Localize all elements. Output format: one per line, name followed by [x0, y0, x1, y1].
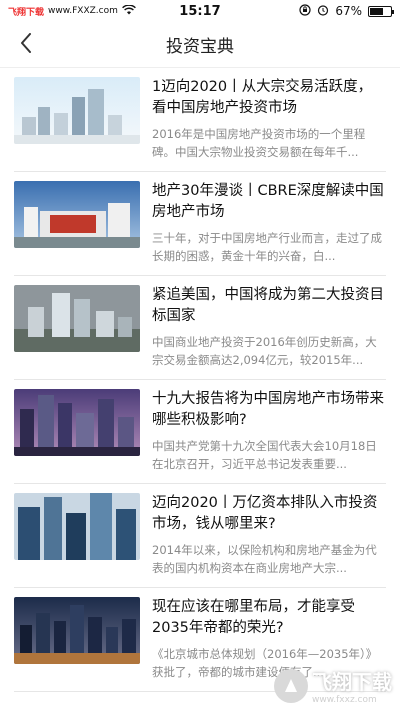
article-text: 1迈向2020丨从大宗交易活跃度，看中国房地产投资市场 2016年是中国房地产投… — [152, 77, 386, 162]
article-summary: 2014年以来，以保险机构和房地产基金为代表的国内机构资本在商业房地产大宗... — [152, 543, 377, 575]
battery-percent: 67% — [335, 4, 362, 18]
chevron-left-icon — [20, 33, 32, 57]
article-text: 地产30年漫谈丨CBRE深度解读中国房地产市场 三十年，对于中国房地产行业而言，… — [152, 181, 386, 266]
alarm-icon — [317, 4, 329, 19]
status-left: 飞翔下载 www.FXXZ.com — [8, 3, 136, 18]
article-thumbnail — [14, 493, 140, 560]
article-item[interactable]: 紧追美国，中国将成为第二大投资目标国家 中国商业地产投资于2016年创历史新高，… — [14, 276, 386, 380]
nav-bar: 投资宝典 — [0, 22, 400, 68]
page-title: 投资宝典 — [166, 37, 234, 57]
battery-icon — [368, 5, 394, 17]
watermark-text: 飞翔下载 — [312, 670, 392, 694]
article-title: 迈向2020丨万亿资本排队入市投资市场，钱从哪里来? — [152, 495, 378, 532]
article-summary: 三十年，对于中国房地产行业而言，走过了成长期的困惑，黄金十年的兴奋，白... — [152, 231, 382, 263]
site-label: www.FXXZ.com — [48, 6, 118, 16]
watermark-logo-icon — [274, 668, 308, 703]
article-text: 十九大报告将为中国房地产市场带来哪些积极影响? 中国共产党第十九次全国代表大会1… — [152, 389, 386, 474]
article-summary: 中国共产党第十九次全国代表大会10月18日在北京召开，习近平总书记发表重要... — [152, 439, 377, 471]
article-item[interactable]: 迈向2020丨万亿资本排队入市投资市场，钱从哪里来? 2014年以来，以保险机构… — [14, 484, 386, 588]
wifi-icon — [121, 3, 136, 18]
back-button[interactable] — [6, 22, 46, 68]
watermark-url: www.fxxz.com — [312, 695, 377, 705]
article-thumbnail — [14, 389, 140, 456]
article-text: 迈向2020丨万亿资本排队入市投资市场，钱从哪里来? 2014年以来，以保险机构… — [152, 493, 386, 578]
article-thumbnail — [14, 77, 140, 144]
article-list: 1迈向2020丨从大宗交易活跃度，看中国房地产投资市场 2016年是中国房地产投… — [0, 68, 400, 692]
article-title: 地产30年漫谈丨CBRE深度解读中国房地产市场 — [152, 183, 384, 220]
status-right: 67% — [299, 3, 394, 19]
article-summary: 中国商业地产投资于2016年创历史新高，大宗交易金额高达2,094亿元，较201… — [152, 335, 377, 367]
article-title: 十九大报告将为中国房地产市场带来哪些积极影响? — [152, 391, 384, 428]
lock-rotation-icon — [299, 3, 311, 19]
article-item[interactable]: 十九大报告将为中国房地产市场带来哪些积极影响? 中国共产党第十九次全国代表大会1… — [14, 380, 386, 484]
carrier-label: 飞翔下载 — [8, 7, 45, 18]
article-thumbnail — [14, 181, 140, 248]
article-thumbnail — [14, 597, 140, 664]
watermark: 飞翔下载 www.fxxz.com — [274, 666, 392, 705]
article-summary: 2016年是中国房地产投资市场的一个里程碑。中国大宗物业投资交易额在每年千... — [152, 127, 366, 159]
article-text: 紧追美国，中国将成为第二大投资目标国家 中国商业地产投资于2016年创历史新高，… — [152, 285, 386, 370]
article-title: 现在应该在哪里布局，才能享受2035年帝都的荣光? — [152, 599, 355, 636]
article-item[interactable]: 地产30年漫谈丨CBRE深度解读中国房地产市场 三十年，对于中国房地产行业而言，… — [14, 172, 386, 276]
status-bar: 飞翔下载 www.FXXZ.com 15:17 67% — [0, 0, 400, 22]
article-title: 1迈向2020丨从大宗交易活跃度，看中国房地产投资市场 — [152, 79, 373, 116]
battery-level — [370, 7, 384, 15]
article-thumbnail — [14, 285, 140, 352]
article-title: 紧追美国，中国将成为第二大投资目标国家 — [152, 287, 384, 324]
article-item[interactable]: 1迈向2020丨从大宗交易活跃度，看中国房地产投资市场 2016年是中国房地产投… — [14, 68, 386, 172]
